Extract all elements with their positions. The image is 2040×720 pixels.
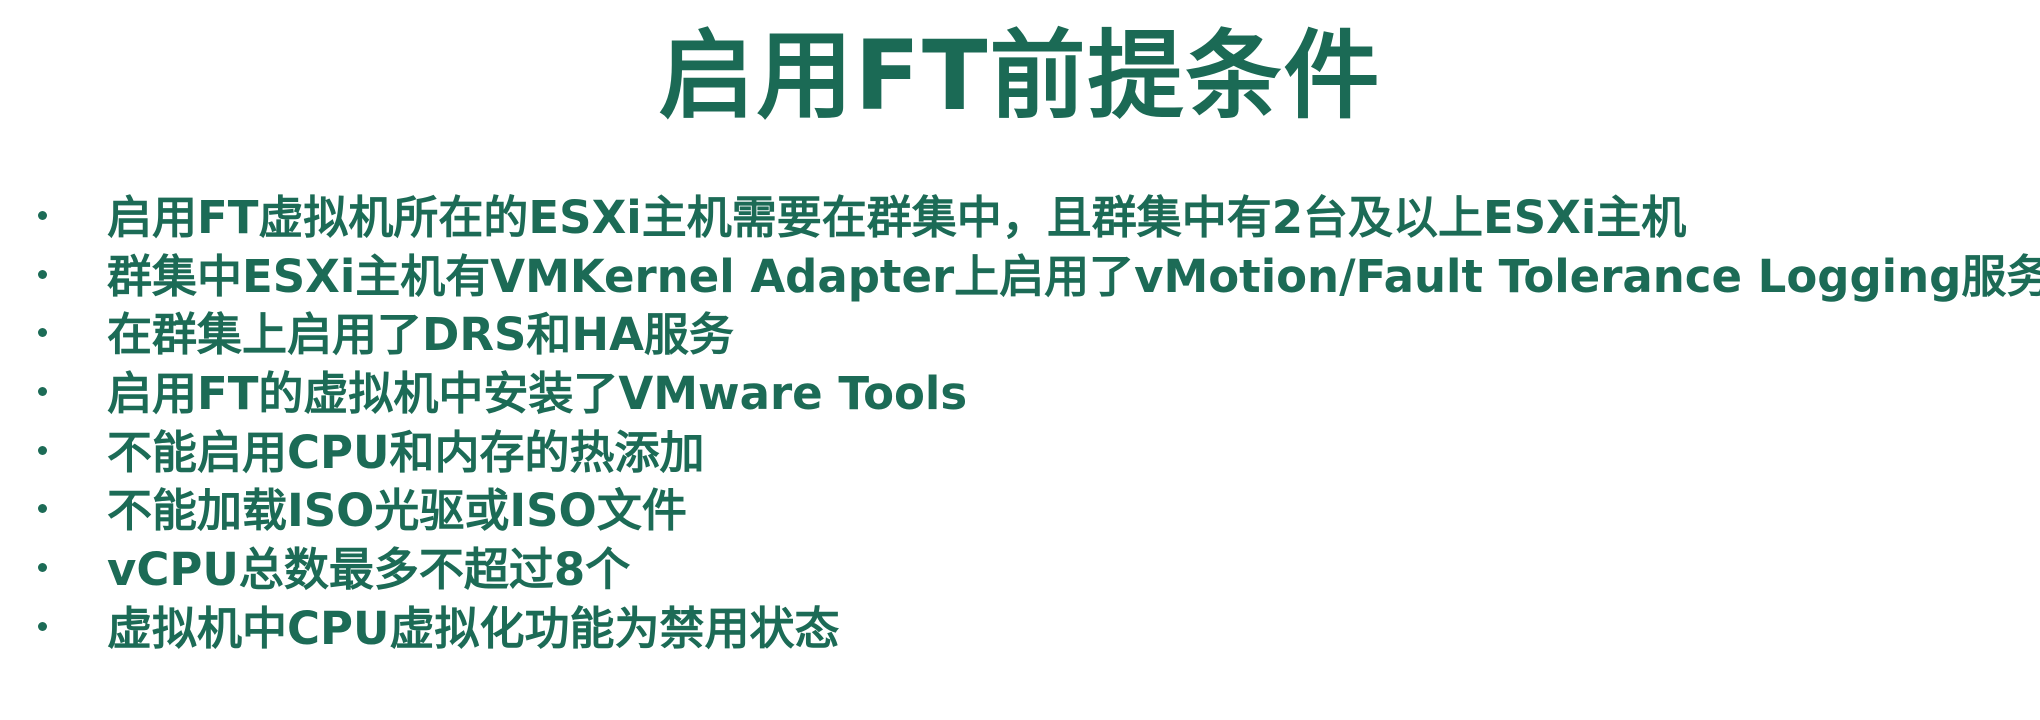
bullet-text: 虚拟机中CPU虚拟化功能为禁用状态 xyxy=(107,601,840,655)
bullet-dot-icon xyxy=(38,211,47,220)
bullet-dot-icon xyxy=(38,269,47,279)
bullet-item: 在群集上启用了DRS和HA服务 xyxy=(34,306,2040,365)
bullet-dot-icon xyxy=(38,621,47,631)
bullet-item: 启用FT的虚拟机中安装了VMware Tools xyxy=(34,365,2040,424)
bullet-item: vCPU总数最多不超过8个 xyxy=(34,541,2040,600)
bullet-text: 群集中ESXi主机有VMKernel Adapter上启用了vMotion/Fa… xyxy=(107,249,2040,303)
bullet-dot-icon xyxy=(38,387,47,397)
bullet-text: 不能启用CPU和内存的热添加 xyxy=(107,425,705,479)
bullet-list: 启用FT虚拟机所在的ESXi主机需要在群集中，且群集中有2台及以上ESXi主机 … xyxy=(34,189,2040,659)
bullet-text: 在群集上启用了DRS和HA服务 xyxy=(107,308,734,362)
bullet-item: 启用FT虚拟机所在的ESXi主机需要在群集中，且群集中有2台及以上ESXi主机 xyxy=(34,189,2040,248)
slide-title: 启用FT前提条件 xyxy=(658,20,1382,132)
bullet-text: vCPU总数最多不超过8个 xyxy=(107,543,631,597)
bullet-dot-icon xyxy=(38,328,47,338)
bullet-dot-icon xyxy=(38,445,47,455)
slide: 启用FT前提条件 启用FT虚拟机所在的ESXi主机需要在群集中，且群集中有2台及… xyxy=(0,0,2040,720)
bullet-text: 启用FT虚拟机所在的ESXi主机需要在群集中，且群集中有2台及以上ESXi主机 xyxy=(107,191,1687,245)
bullet-item: 不能启用CPU和内存的热添加 xyxy=(34,424,2040,483)
bullet-item: 群集中ESXi主机有VMKernel Adapter上启用了vMotion/Fa… xyxy=(34,248,2040,307)
bullet-dot-icon xyxy=(38,504,47,514)
bullet-dot-icon xyxy=(38,563,47,573)
bullet-text: 启用FT的虚拟机中安装了VMware Tools xyxy=(107,367,968,421)
bullet-text: 不能加载ISO光驱或ISO文件 xyxy=(107,484,687,538)
bullet-item: 不能加载ISO光驱或ISO文件 xyxy=(34,482,2040,541)
bullet-item: 虚拟机中CPU虚拟化功能为禁用状态 xyxy=(34,600,2040,659)
